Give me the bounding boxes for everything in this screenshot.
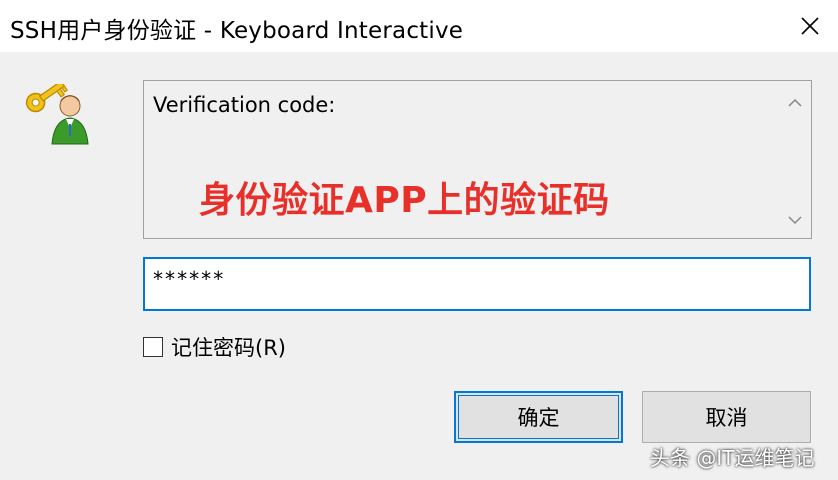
ok-button[interactable]: 确定 xyxy=(454,391,623,443)
chevron-up-icon xyxy=(788,98,802,107)
prompt-box: Verification code: 身份验证APP上的验证码 xyxy=(143,80,812,239)
watermark: 头条 @IT运维笔记 xyxy=(650,446,815,470)
scroll-down-button[interactable] xyxy=(785,210,805,230)
title-bar: SSH用户身份验证 - Keyboard Interactive xyxy=(0,0,838,52)
window-title: SSH用户身份验证 - Keyboard Interactive xyxy=(10,18,464,44)
prompt-label: Verification code: xyxy=(153,93,336,117)
chevron-down-icon xyxy=(788,216,802,225)
verification-code-value: ****** xyxy=(152,267,225,291)
cancel-button[interactable]: 取消 xyxy=(642,391,811,443)
remember-password-checkbox[interactable] xyxy=(143,337,163,357)
scroll-up-button[interactable] xyxy=(785,93,805,113)
annotation-text: 身份验证APP上的验证码 xyxy=(199,180,610,221)
remember-password-label[interactable]: 记住密码(R) xyxy=(171,332,286,362)
verification-code-input[interactable]: ****** xyxy=(143,257,811,311)
remember-password-row[interactable]: 记住密码(R) xyxy=(143,334,286,360)
close-icon xyxy=(801,17,819,35)
user-key-icon xyxy=(24,80,92,146)
close-button[interactable] xyxy=(782,0,838,52)
ok-button-focus-ring xyxy=(458,395,619,439)
cancel-button-label: 取消 xyxy=(705,406,748,430)
